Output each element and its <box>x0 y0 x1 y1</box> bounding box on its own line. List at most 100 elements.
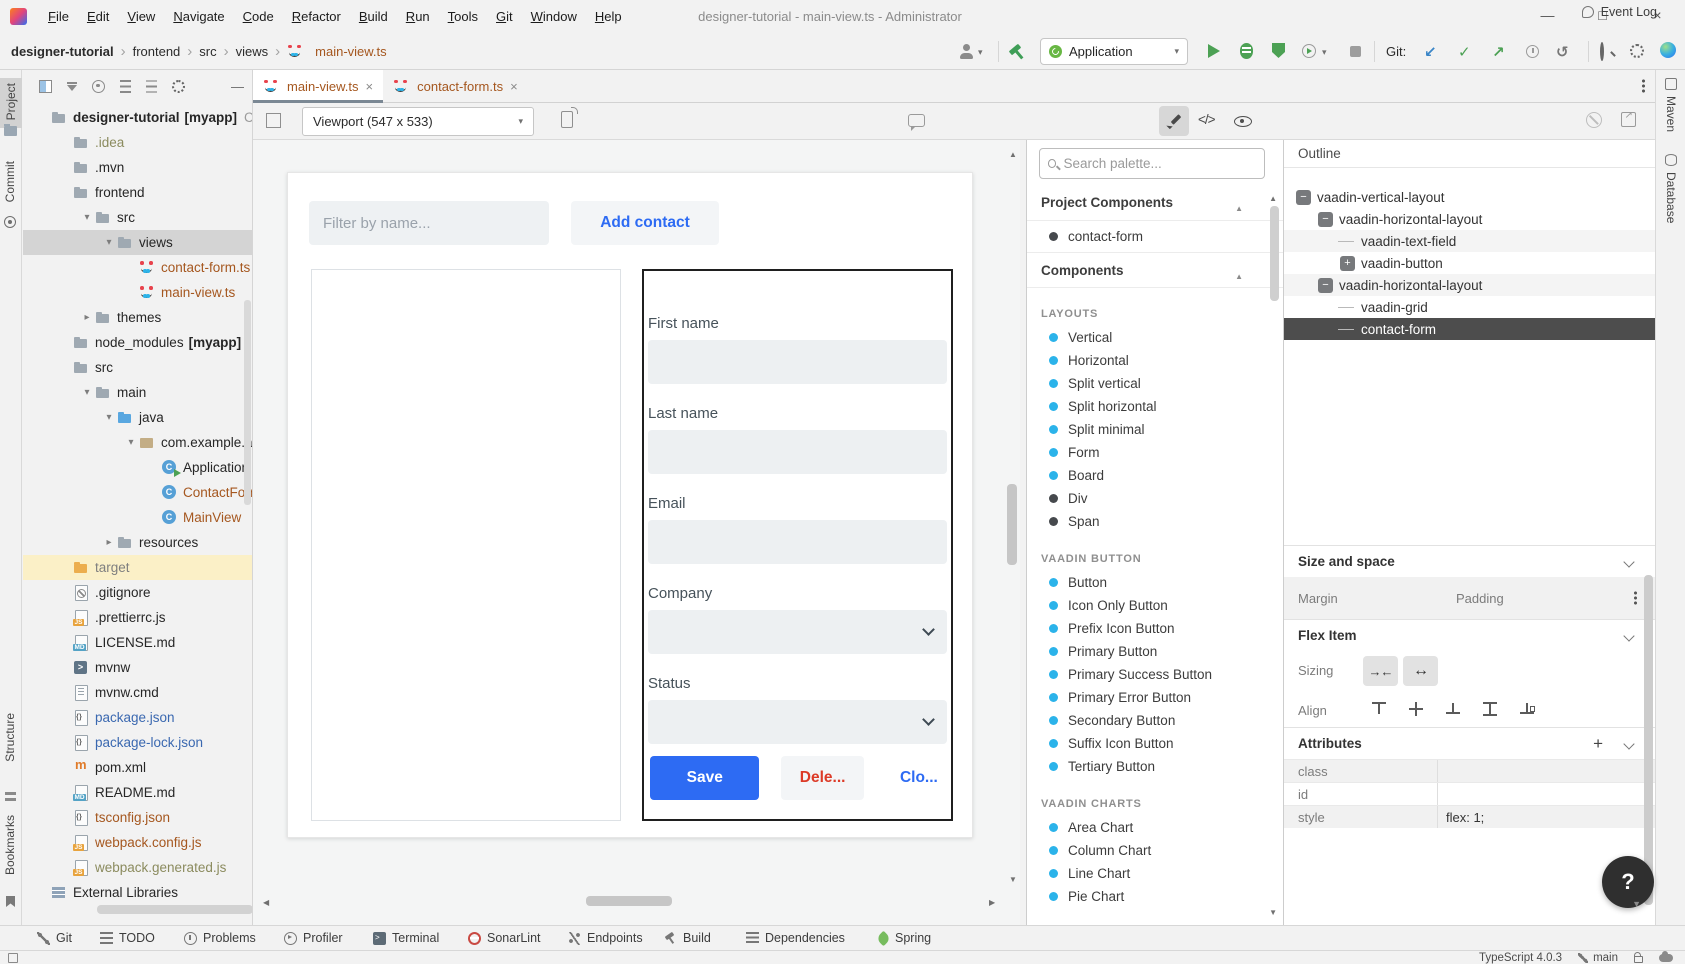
rollback-button[interactable]: ↺ <box>1556 43 1569 61</box>
git-update-button[interactable]: ↙ <box>1424 43 1437 61</box>
tree-row[interactable]: .gitignore <box>23 580 252 605</box>
form-field-input[interactable] <box>648 430 947 474</box>
lock-icon[interactable] <box>1634 956 1643 963</box>
editor-tab[interactable]: contact-form.ts × <box>383 70 528 102</box>
chevron-down-icon[interactable] <box>1623 738 1634 749</box>
sidebar-item-database[interactable]: Database <box>1664 172 1678 223</box>
hide-panel-icon[interactable]: — <box>231 79 244 94</box>
node-toggle-icon[interactable] <box>1340 322 1355 337</box>
tab-close-icon[interactable]: × <box>510 79 518 94</box>
flex-shrink-button[interactable]: →← <box>1363 656 1398 686</box>
tree-row[interactable]: contact-form.ts <box>23 255 252 280</box>
menu-item[interactable]: Code <box>234 6 283 27</box>
tree-row[interactable]: LICENSE.md <box>23 630 252 655</box>
event-log-button[interactable]: Event Log <box>1582 0 1657 24</box>
commit-icon[interactable] <box>4 216 16 228</box>
toolwindow-button[interactable]: Problems <box>184 926 256 950</box>
menu-item[interactable]: Refactor <box>283 6 350 27</box>
viewport-size-select[interactable]: Viewport (547 x 533) ▾ <box>302 107 534 136</box>
breadcrumb-item[interactable]: frontend <box>133 44 181 59</box>
tree-row[interactable]: src <box>23 355 252 380</box>
debug-button[interactable] <box>1240 43 1253 59</box>
filter-input[interactable] <box>309 201 549 245</box>
git-branch-widget[interactable]: main <box>1578 952 1618 964</box>
palette-row[interactable]: Primary Button <box>1027 640 1283 663</box>
history-clock-icon[interactable] <box>1526 45 1539 58</box>
palette-row[interactable]: Components <box>1027 252 1283 288</box>
sidebar-item-bookmarks[interactable]: Bookmarks <box>3 815 17 875</box>
scroll-left-icon[interactable]: ◀ <box>263 898 269 907</box>
align-baseline-box-icon[interactable] <box>1517 701 1537 717</box>
tree-row[interactable]: ▸ resources <box>23 530 252 555</box>
tree-chevron-icon[interactable]: ▾ <box>101 412 117 423</box>
contact-form-component[interactable]: First name Last name <box>642 269 953 821</box>
palette-search-input[interactable] <box>1063 156 1256 171</box>
palette-scrollbar[interactable] <box>1270 206 1279 301</box>
tree-row[interactable]: designer-tutorial [myapp] C:\dev\ <box>23 105 252 130</box>
toolwindow-button[interactable]: Endpoints <box>568 926 643 950</box>
tree-row[interactable]: mvnw.cmd <box>23 680 252 705</box>
profiler-button[interactable] <box>1302 44 1316 58</box>
view-options-icon[interactable] <box>67 85 77 91</box>
align-baseline-icon[interactable] <box>1443 701 1463 717</box>
project-folder-icon[interactable] <box>4 126 17 136</box>
node-toggle-icon[interactable] <box>1340 300 1355 315</box>
node-toggle-icon[interactable] <box>1318 278 1333 293</box>
tree-row[interactable]: .prettierrc.js <box>23 605 252 630</box>
palette-row[interactable]: Split minimal <box>1027 418 1283 441</box>
palette-row[interactable]: Area Chart <box>1027 816 1283 839</box>
run-configuration-select[interactable]: Application ▾ <box>1040 38 1188 65</box>
form-field-input[interactable] <box>648 610 947 654</box>
tree-row[interactable]: External Libraries <box>23 880 252 905</box>
plugin-ball-icon[interactable] <box>1660 42 1676 58</box>
select-opened-file-icon[interactable] <box>39 80 52 93</box>
tree-chevron-icon[interactable]: ▾ <box>123 437 139 448</box>
tree-row[interactable]: webpack.generated.js <box>23 855 252 880</box>
editor-tab[interactable]: main-view.ts × <box>253 70 383 102</box>
rotate-viewport-icon[interactable] <box>561 111 573 128</box>
language-version[interactable]: TypeScript 4.0.3 <box>1479 952 1562 964</box>
project-horizontal-scrollbar[interactable] <box>97 905 253 914</box>
scroll-up-icon[interactable]: ▲ <box>1009 150 1017 159</box>
palette-row[interactable]: LAYOUTS <box>1027 288 1283 326</box>
project-vertical-scrollbar[interactable] <box>244 300 251 505</box>
breadcrumb-active-file[interactable]: main-view.ts <box>315 44 387 59</box>
flex-item-header[interactable]: Flex Item <box>1284 619 1655 651</box>
attribute-row[interactable]: style flex: 1; <box>1284 805 1655 828</box>
palette-row[interactable]: Pie Chart <box>1027 885 1283 908</box>
outline-node[interactable]: contact-form <box>1284 318 1655 340</box>
toolwindow-button[interactable]: Build <box>664 926 711 950</box>
tree-row[interactable]: ▾ java <box>23 405 252 430</box>
palette-row[interactable]: Prefix Icon Button <box>1027 617 1283 640</box>
panel-scrollbar[interactable] <box>1644 575 1653 905</box>
tree-row[interactable]: Application <box>23 455 252 480</box>
palette-row[interactable]: Icon Only Button <box>1027 594 1283 617</box>
build-hammer-icon[interactable] <box>1008 44 1025 61</box>
tree-row[interactable]: tsconfig.json <box>23 805 252 830</box>
tree-row[interactable]: ▾ com.example.applica <box>23 430 252 455</box>
tree-chevron-icon[interactable]: ▾ <box>79 212 95 223</box>
run-with-coverage-button[interactable] <box>1272 43 1285 58</box>
palette-row[interactable]: Horizontal <box>1027 349 1283 372</box>
menu-item[interactable]: Window <box>522 6 586 27</box>
form-button[interactable]: Save <box>650 756 759 800</box>
tree-row[interactable]: .idea <box>23 130 252 155</box>
palette-scroll-down-icon[interactable]: ▼ <box>1269 908 1277 917</box>
search-everywhere-icon[interactable] <box>1600 42 1604 61</box>
git-push-button[interactable]: ↗ <box>1492 43 1505 61</box>
palette-row[interactable]: Vertical <box>1027 326 1283 349</box>
margin-label[interactable]: Margin <box>1298 591 1338 606</box>
locate-icon[interactable] <box>92 80 105 93</box>
outline-node[interactable]: vaadin-text-field <box>1284 230 1655 252</box>
canvas-vertical-scrollbar[interactable] <box>1007 484 1017 565</box>
toolwindow-button[interactable]: TODO <box>100 926 155 950</box>
tree-row[interactable]: target <box>23 555 252 580</box>
menu-item[interactable]: Git <box>487 6 522 27</box>
form-field-input[interactable] <box>648 340 947 384</box>
menu-item[interactable]: Navigate <box>164 6 233 27</box>
toolwindow-button[interactable]: Git <box>37 926 72 950</box>
tree-row[interactable]: frontend <box>23 180 252 205</box>
node-toggle-icon[interactable] <box>1340 256 1355 271</box>
settings-gear-icon[interactable] <box>1630 44 1644 58</box>
add-contact-button[interactable]: Add contact <box>571 201 719 245</box>
